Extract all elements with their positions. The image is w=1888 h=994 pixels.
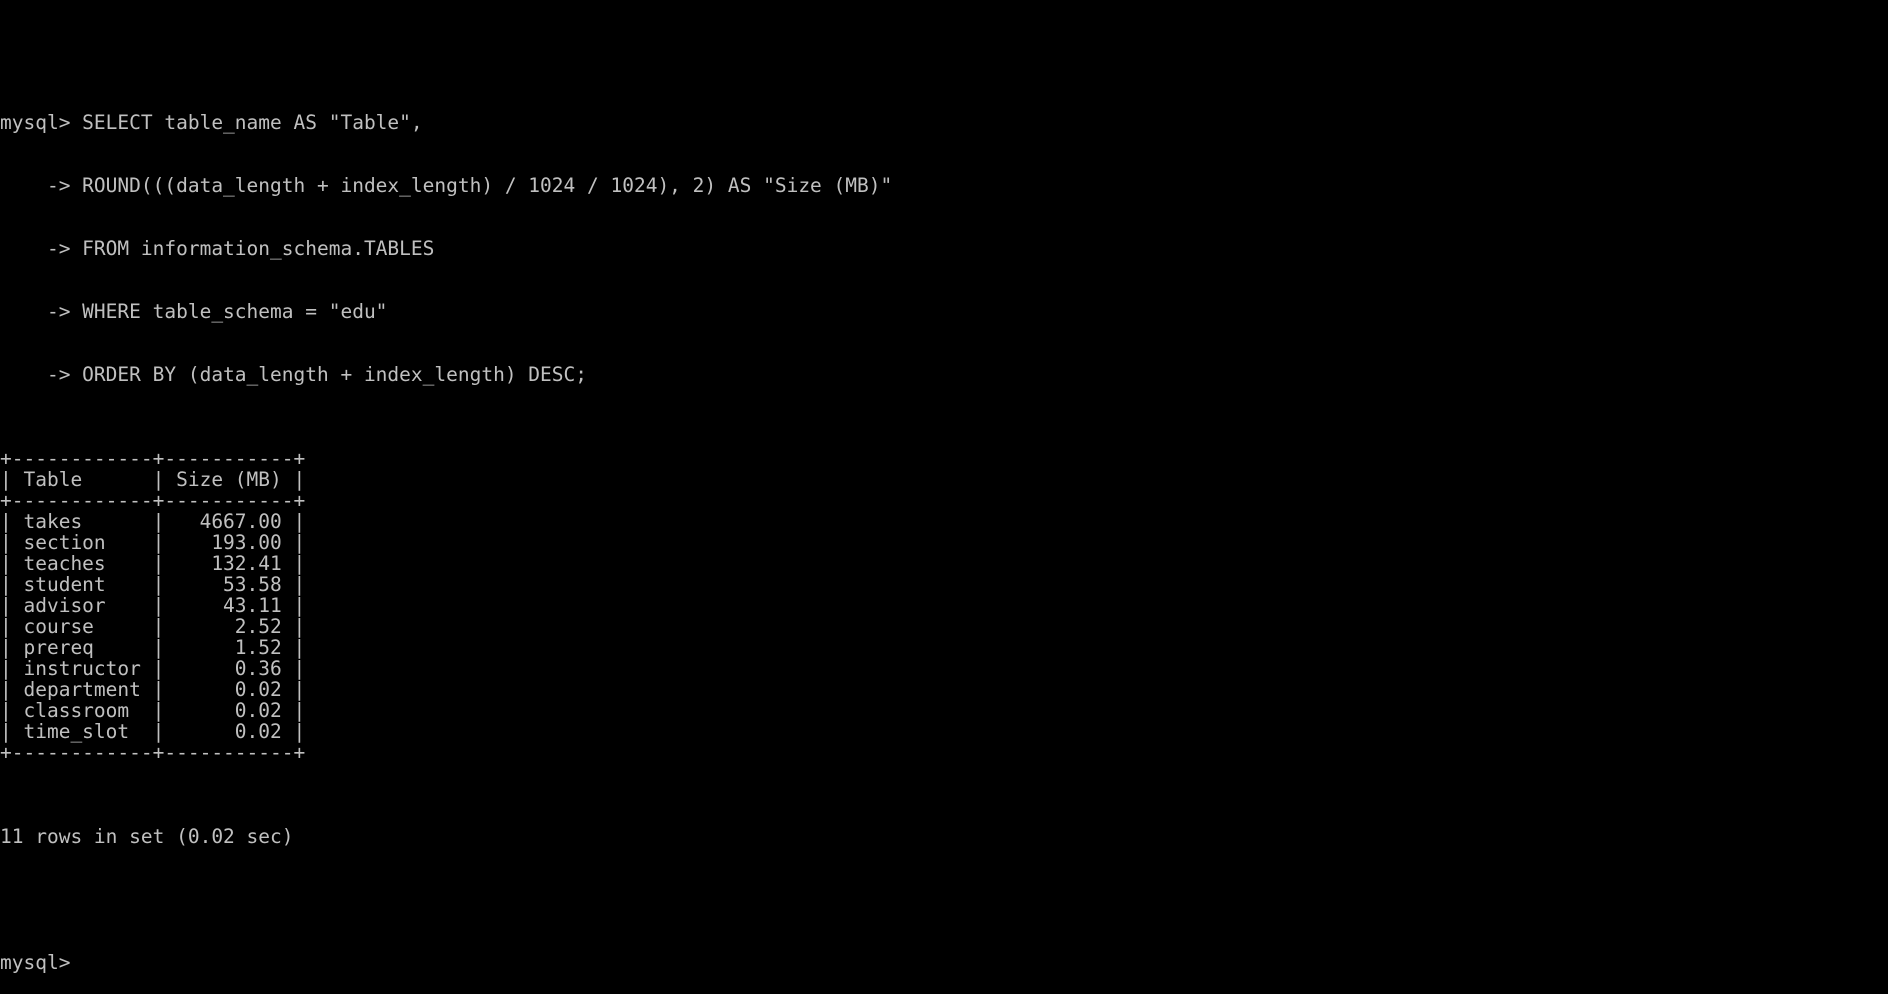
- table-row: | section | 193.00 |: [0, 531, 306, 554]
- result-summary: 11 rows in set (0.02 sec): [0, 825, 294, 848]
- table-row: | time_slot | 0.02 |: [0, 720, 306, 743]
- table-row: | instructor | 0.36 |: [0, 657, 306, 680]
- result-table: +------------+-----------+ | Table | Size…: [0, 448, 1888, 763]
- query-line-3: -> FROM information_schema.TABLES: [0, 237, 435, 260]
- query-line-5: -> ORDER BY (data_length + index_length)…: [0, 363, 587, 386]
- table-row: | teaches | 132.41 |: [0, 552, 306, 575]
- table-row: | prereq | 1.52 |: [0, 636, 306, 659]
- table-border-bottom: +------------+-----------+: [0, 741, 306, 764]
- query-line-2: -> ROUND(((data_length + index_length) /…: [0, 174, 893, 197]
- table-header-row: | Table | Size (MB) |: [0, 468, 306, 491]
- table-row: | student | 53.58 |: [0, 573, 306, 596]
- command-prompt[interactable]: mysql>: [0, 952, 1888, 973]
- table-row: | advisor | 43.11 |: [0, 594, 306, 617]
- table-row: | takes | 4667.00 |: [0, 510, 306, 533]
- table-row: | course | 2.52 |: [0, 615, 306, 638]
- table-header-separator: +------------+-----------+: [0, 489, 306, 512]
- prompt-text: mysql>: [0, 951, 83, 974]
- query-line-1: mysql> SELECT table_name AS "Table",: [0, 111, 423, 134]
- table-row: | classroom | 0.02 |: [0, 699, 306, 722]
- terminal-window[interactable]: mysql> SELECT table_name AS "Table", -> …: [0, 0, 1888, 973]
- table-row: | department | 0.02 |: [0, 678, 306, 701]
- scrolled-off-line: [0, 28, 1888, 49]
- query-line-4: -> WHERE table_schema = "edu": [0, 300, 388, 323]
- table-border-top: +------------+-----------+: [0, 447, 306, 470]
